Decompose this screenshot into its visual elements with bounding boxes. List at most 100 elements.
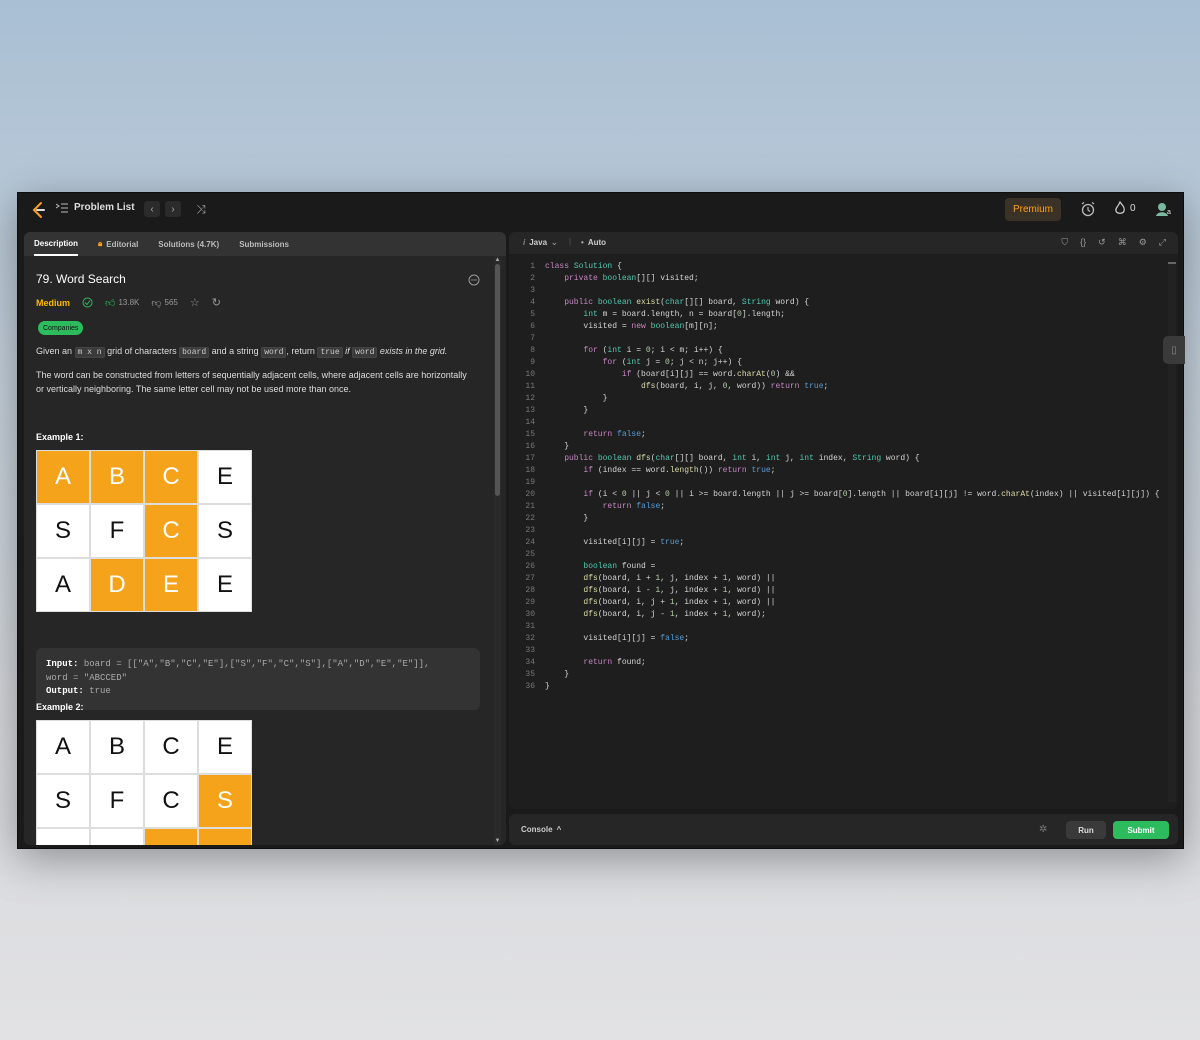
line-number: 16 (525, 442, 535, 451)
desc-text: grid of characters (107, 346, 177, 356)
code-line: 12 } (509, 394, 607, 406)
next-problem-button[interactable]: › (165, 201, 181, 217)
code-line: 20 if (i < 0 || j < 0 || i >= board.leng… (509, 490, 1159, 502)
like-button[interactable]: 👍︎ 13.8K (105, 297, 139, 309)
submit-button[interactable]: Submit (1113, 821, 1169, 839)
shuffle-icon[interactable]: ⤨ (193, 201, 209, 217)
line-number: 12 (525, 394, 535, 403)
code-line: 9 for (int j = 0; j < n; j++) { (509, 358, 742, 370)
premium-button[interactable]: Premium (1005, 198, 1061, 221)
scroll-up-icon[interactable]: ▲ (494, 257, 501, 263)
avatar[interactable]: a (1155, 201, 1173, 217)
code-text: } (545, 442, 570, 451)
code-text: } (545, 394, 608, 403)
description-tabs: Description 🔒︎ Editorial Solutions (4.7K)… (24, 232, 506, 256)
tab-editorial[interactable]: 🔒︎ Editorial (98, 232, 138, 256)
desc-text: exists in the grid. (379, 346, 448, 356)
share-icon[interactable]: ↻ (212, 296, 221, 309)
code-text: dfs(board, i, j, 0, word)) return true; (641, 382, 829, 391)
grid-cell: S (37, 505, 89, 557)
bookmark-icon[interactable]: ⛉ (1061, 237, 1068, 248)
thumbs-down-icon: 👎︎ (151, 297, 162, 309)
line-number: 36 (525, 682, 535, 691)
code-text: if (index == word.length()) return true; (583, 466, 776, 475)
more-options-icon[interactable] (468, 274, 480, 286)
line-number: 24 (525, 538, 535, 547)
info-icon: i (523, 238, 526, 247)
editor-toolbar: i Java ⌄ | • Auto ⛉ {} ↺ ⌘ ⚙ ⤢ (509, 232, 1178, 254)
tab-description[interactable]: Description (34, 232, 79, 256)
leetcode-logo-icon[interactable] (30, 201, 48, 219)
grid-cell: E (199, 451, 251, 503)
code-text: return false; (583, 430, 646, 439)
shortcut-icon[interactable]: ⌘ (1118, 237, 1127, 248)
description-scrollbar[interactable]: ▲ ▼ (494, 256, 501, 845)
tab-submissions[interactable]: Submissions (239, 232, 289, 256)
code-editor[interactable]: 1 class Solution {2 private boolean[][] v… (509, 262, 1178, 802)
chevron-down-icon: ⌄ (551, 238, 558, 247)
editor-scroll-thumb[interactable] (1168, 262, 1176, 264)
prev-problem-button[interactable]: ‹ (144, 201, 160, 217)
code-line: 23 (509, 526, 535, 538)
example-1-io: Input: board = [["A","B","C","E"],["S","… (36, 648, 480, 710)
language-select[interactable]: i Java ⌄ (523, 238, 558, 247)
code-line: 10 if (board[i][j] == word.charAt(0) && (509, 370, 794, 382)
grid-cell: E (199, 721, 251, 773)
line-number: 30 (525, 610, 535, 619)
scroll-down-icon[interactable]: ▼ (494, 838, 501, 844)
code-line: 15 return false; (509, 430, 645, 442)
desc-text: Given an (36, 346, 73, 356)
code-line: 30 dfs(board, i, j - 1, index + 1, word)… (509, 610, 765, 622)
code-text: } (545, 406, 589, 415)
example-1-label: Example 1: (36, 432, 84, 442)
dislike-count: 565 (164, 298, 178, 307)
star-icon[interactable]: ☆ (190, 296, 200, 309)
grid-cell: A (37, 829, 89, 845)
app-window: Problem List ‹ › ⤨ Premium 0 a Descripti… (17, 192, 1184, 849)
settings-icon[interactable]: ⚙ (1139, 237, 1147, 248)
line-number: 3 (530, 286, 535, 295)
line-number: 4 (530, 298, 535, 307)
tab-description-label: Description (34, 238, 79, 248)
debug-icon[interactable]: ✲ (1039, 824, 1051, 836)
companies-tag[interactable]: Companies (38, 321, 84, 335)
line-number: 29 (525, 598, 535, 607)
grid-cell: B (91, 721, 143, 773)
code-line: 2 private boolean[][] visited; (509, 274, 698, 286)
input-value: board = [["A","B","C","E"],["S","F","C",… (83, 659, 430, 669)
solved-check-icon (82, 297, 93, 308)
braces-icon[interactable]: {} (1080, 237, 1086, 248)
run-button[interactable]: Run (1066, 821, 1106, 839)
grid-cell: A (37, 451, 89, 503)
alarm-clock-icon[interactable] (1080, 201, 1096, 217)
description-paragraph-1: Given an m x n grid of characters board … (36, 344, 476, 360)
code-text: visited = new boolean[m][n]; (545, 322, 718, 331)
line-number: 11 (525, 382, 535, 391)
problem-list-link[interactable]: Problem List (56, 202, 135, 213)
scroll-thumb[interactable] (495, 264, 500, 496)
grid-cell: E (145, 829, 197, 845)
language-label: Java (529, 238, 548, 247)
streak-counter[interactable]: 0 (1114, 201, 1136, 215)
console-toggle[interactable]: Console ^ (521, 825, 561, 834)
auto-mode-toggle[interactable]: • Auto (581, 238, 606, 247)
description-paragraph-2: The word can be constructed from letters… (36, 370, 467, 394)
code-line: 33 (509, 646, 535, 658)
code-line: 19 (509, 478, 535, 490)
example-1-input-word: word = "ABCCED" (46, 672, 128, 683)
tab-solutions-label: Solutions (4.7K) (158, 239, 220, 249)
chevron-left-icon: ‹ (150, 203, 154, 215)
example-1-grid: ABCESFCSADEE (36, 450, 252, 612)
notes-tab-icon[interactable]: ▯ (1163, 336, 1185, 364)
list-icon (56, 203, 68, 212)
tab-solutions[interactable]: Solutions (4.7K) (158, 232, 219, 256)
thumbs-up-icon: 👍︎ (105, 297, 116, 309)
code-line: 13 } (509, 406, 588, 418)
code-line: 16 } (509, 442, 569, 454)
dislike-button[interactable]: 👎︎ 565 (151, 297, 178, 309)
reset-icon[interactable]: ↺ (1098, 237, 1106, 248)
example-2-label: Example 2: (36, 702, 84, 712)
code-text: for (int j = 0; j < n; j++) { (602, 358, 742, 367)
fullscreen-icon[interactable]: ⤢ (1159, 237, 1166, 248)
code-line: 6 visited = new boolean[m][n]; (509, 322, 718, 334)
